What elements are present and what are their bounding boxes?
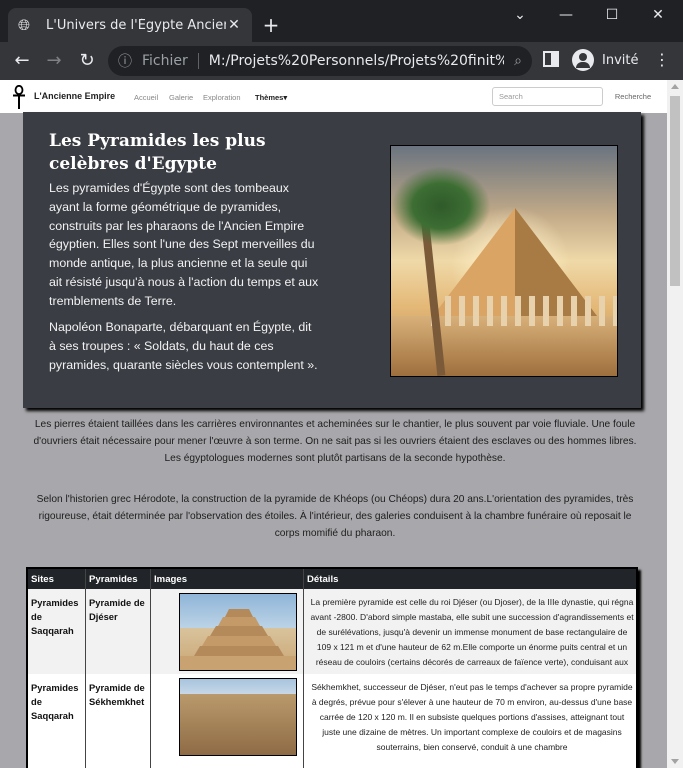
new-tab-button[interactable]: + <box>258 12 284 38</box>
ankh-logo-icon[interactable] <box>12 85 26 109</box>
profile-label: Invité <box>602 52 639 68</box>
maximize-icon[interactable]: ☐ <box>589 0 635 32</box>
nav-link-galerie[interactable]: Galerie <box>169 93 193 102</box>
page-viewport: L'Ancienne Empire Accueil Galerie Explor… <box>0 80 667 768</box>
reload-icon[interactable]: ↻ <box>75 50 99 72</box>
minimize-icon[interactable]: — <box>543 0 589 32</box>
url-text[interactable]: M:/Projets%20Personnels/Projets%20finit%… <box>209 53 504 69</box>
kebab-menu-icon[interactable]: ⋮ <box>654 50 670 69</box>
close-tab-icon[interactable]: ✕ <box>226 17 242 33</box>
globe-icon: 🌐︎ <box>18 16 31 34</box>
hero-section: Les Pyramides les plus celèbres d'Egypte… <box>23 112 641 408</box>
browser-tab[interactable]: 🌐︎ L'Univers de l'Égypte Ancienne ✕ <box>8 8 252 42</box>
omnibox-divider <box>197 53 199 69</box>
caret-down-icon: ▾ <box>283 93 288 102</box>
scroll-up-icon[interactable] <box>671 84 679 89</box>
cell-site: Pyramides de Saqqarah <box>31 597 79 637</box>
table-row: Pyramides de Saqqarah Pyramide de Sékhem… <box>28 674 636 768</box>
browser-toolbar: ← → ↻ ⓘ Fichier M:/Projets%20Personnels/… <box>0 42 683 80</box>
cell-details: Sékhemkhet, successeur de Djéser, n'eut … <box>311 682 633 752</box>
zoom-icon[interactable]: ⌕ <box>504 53 522 69</box>
nav-link-exploration[interactable]: Exploration <box>203 93 241 102</box>
hero-title: Les Pyramides les plus celèbres d'Egypte <box>49 131 266 174</box>
header-pyramides: Pyramides <box>89 574 138 585</box>
djeser-pyramid-image <box>179 593 297 671</box>
scroll-down-icon[interactable] <box>671 759 679 764</box>
header-images: Images <box>154 574 188 585</box>
cell-pyramide: Pyramide de Djéser <box>89 597 145 623</box>
cell-pyramide: Pyramide de Sékhemkhet <box>89 682 145 708</box>
site-navbar: L'Ancienne Empire Accueil Galerie Explor… <box>0 80 667 113</box>
pyramid-palm-image <box>390 145 618 377</box>
scrollbar-thumb[interactable] <box>670 96 680 286</box>
dropdown-label: Thèmes <box>255 93 284 102</box>
profile-button[interactable]: Invité <box>572 49 638 71</box>
close-window-icon[interactable]: ✕ <box>635 0 681 32</box>
hero-paragraph-1: Les pyramides d'Égypte sont des tombeaux… <box>49 181 319 308</box>
cell-details: La première pyramide est celle du roi Dj… <box>310 597 634 682</box>
search-button[interactable]: Recherche <box>608 87 658 106</box>
avatar-icon <box>572 49 594 71</box>
column-divider <box>303 569 304 768</box>
table-header: Sites Pyramides Images Détails <box>28 569 636 589</box>
pyramids-table: Sites Pyramides Images Détails Pyramides… <box>26 567 638 768</box>
url-scheme: Fichier <box>142 53 188 69</box>
back-icon[interactable]: ← <box>10 50 34 72</box>
column-divider <box>150 569 151 768</box>
sekhemkhet-ruins-image <box>179 678 297 756</box>
search-input[interactable]: Search <box>492 87 603 106</box>
side-panel-icon[interactable] <box>543 51 559 67</box>
browser-tab-strip: 🌐︎ L'Univers de l'Égypte Ancienne ✕ + ⌄ … <box>0 0 683 42</box>
header-details: Détails <box>307 574 339 585</box>
body-paragraph-2: Selon l'historien grec Hérodote, la cons… <box>36 494 634 539</box>
cell-site: Pyramides de Saqqarah <box>31 682 79 722</box>
column-divider <box>85 569 86 768</box>
tab-search-icon[interactable]: ⌄ <box>497 0 543 32</box>
body-paragraph-1: Les pierres étaient taillées dans les ca… <box>33 419 637 464</box>
address-bar[interactable]: ⓘ Fichier M:/Projets%20Personnels/Projet… <box>108 46 532 76</box>
nav-link-accueil[interactable]: Accueil <box>134 93 158 102</box>
table-row: Pyramides de Saqqarah Pyramide de Djéser… <box>28 589 636 682</box>
forward-icon[interactable]: → <box>42 50 66 72</box>
page-scrollbar[interactable] <box>667 80 683 768</box>
header-sites: Sites <box>31 574 54 585</box>
tab-title: L'Univers de l'Égypte Ancienne <box>46 17 226 33</box>
site-brand[interactable]: L'Ancienne Empire <box>34 91 115 101</box>
nav-dropdown-themes[interactable]: Thèmes▾ <box>255 93 287 102</box>
hero-paragraph-2: Napoléon Bonaparte, débarquant en Égypte… <box>49 320 318 372</box>
info-icon[interactable]: ⓘ <box>118 51 136 71</box>
